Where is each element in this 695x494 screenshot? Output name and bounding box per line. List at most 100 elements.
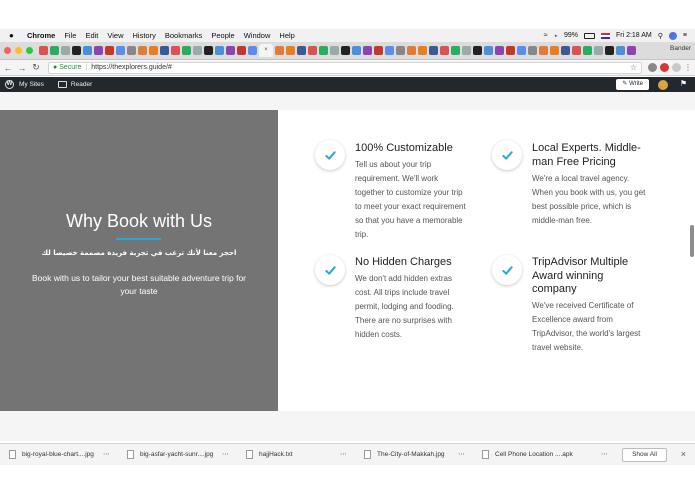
tab-favicon[interactable] <box>94 46 103 55</box>
profile-button[interactable]: Bander <box>670 45 691 52</box>
tab-favicon[interactable] <box>550 46 559 55</box>
tab-favicon[interactable] <box>61 46 70 55</box>
app-menu-chrome[interactable]: Chrome <box>27 31 55 40</box>
battery-percent[interactable]: 99% <box>564 32 578 39</box>
address-bar[interactable]: ● Secure | https://thexplorers.guide/# ☆ <box>48 61 642 74</box>
tab-favicon[interactable] <box>473 46 482 55</box>
spotlight-icon[interactable]: ⚲ <box>658 32 663 40</box>
zoom-window-button[interactable] <box>26 47 33 54</box>
menu-window[interactable]: Window <box>244 31 271 40</box>
download-options-icon[interactable]: ⋯ <box>222 450 229 458</box>
apple-icon[interactable]: ● <box>9 31 19 40</box>
tab-favicon[interactable] <box>286 46 295 55</box>
download-item[interactable]: The-City-of-Makkah.jpg <box>364 450 445 459</box>
download-item[interactable]: hajjHack.txt <box>246 450 293 459</box>
download-item[interactable]: big-royal-blue-chart....jpg <box>9 450 94 459</box>
tab-favicon[interactable] <box>462 46 471 55</box>
minimize-window-button[interactable] <box>15 47 22 54</box>
menu-dots-icon[interactable]: ⋮ <box>684 63 692 72</box>
menu-bookmarks[interactable]: Bookmarks <box>165 31 203 40</box>
tab-favicon[interactable] <box>297 46 306 55</box>
tab-active[interactable]: × <box>259 44 273 57</box>
menu-file[interactable]: File <box>64 31 76 40</box>
tab-favicon[interactable] <box>160 46 169 55</box>
bookmark-star-icon[interactable]: ☆ <box>630 63 637 72</box>
tab-favicon[interactable] <box>627 46 636 55</box>
back-arrow-icon[interactable]: ← <box>2 63 14 73</box>
tab-favicon[interactable] <box>363 46 372 55</box>
reload-icon[interactable]: ↻ <box>30 62 42 73</box>
tab-favicon[interactable] <box>39 46 48 55</box>
tab-favicon[interactable] <box>451 46 460 55</box>
tab-favicon[interactable] <box>182 46 191 55</box>
menu-history[interactable]: History <box>133 31 156 40</box>
tab-favicon[interactable] <box>385 46 394 55</box>
tab-favicon[interactable] <box>506 46 515 55</box>
close-window-button[interactable] <box>4 47 11 54</box>
tab-favicon[interactable] <box>561 46 570 55</box>
tab-favicon[interactable] <box>138 46 147 55</box>
menu-view[interactable]: View <box>107 31 123 40</box>
tab-favicon[interactable] <box>572 46 581 55</box>
tab-favicon[interactable] <box>248 46 257 55</box>
tab-favicon[interactable] <box>407 46 416 55</box>
extension-icon[interactable] <box>648 63 657 72</box>
tab-favicon[interactable] <box>308 46 317 55</box>
bluetooth-icon[interactable]: ⋆ <box>554 32 558 40</box>
notification-center-icon[interactable]: ≡ <box>683 32 687 39</box>
menu-people[interactable]: People <box>211 31 234 40</box>
extension-icon[interactable] <box>660 63 669 72</box>
tab-favicon[interactable] <box>484 46 493 55</box>
tab-favicon[interactable] <box>517 46 526 55</box>
tab-favicon[interactable] <box>204 46 213 55</box>
tab-favicon[interactable] <box>341 46 350 55</box>
tab-favicon[interactable] <box>495 46 504 55</box>
tab-favicon[interactable] <box>149 46 158 55</box>
tab-favicon[interactable] <box>319 46 328 55</box>
notifications-bell-icon[interactable]: ⚑ <box>680 79 687 88</box>
tab-favicon[interactable] <box>429 46 438 55</box>
write-button[interactable]: ✎ Write <box>616 79 649 90</box>
tab-favicon[interactable] <box>440 46 449 55</box>
menu-help[interactable]: Help <box>279 31 294 40</box>
tab-favicon[interactable] <box>528 46 537 55</box>
tab-favicon[interactable] <box>396 46 405 55</box>
tab-favicon[interactable] <box>583 46 592 55</box>
flag-icon[interactable] <box>600 32 610 39</box>
tab-favicon[interactable] <box>83 46 92 55</box>
close-download-bar-icon[interactable]: × <box>681 449 686 459</box>
tab-favicon[interactable] <box>215 46 224 55</box>
tab-favicon[interactable] <box>594 46 603 55</box>
avatar[interactable] <box>658 80 668 90</box>
tab-favicon[interactable] <box>50 46 59 55</box>
tab-favicon[interactable] <box>539 46 548 55</box>
tab-favicon[interactable] <box>352 46 361 55</box>
menubar-clock[interactable]: Fri 2:18 AM <box>616 32 652 39</box>
tab-favicon[interactable] <box>171 46 180 55</box>
download-item[interactable]: big-asfar-yacht-sunr....jpg <box>127 450 213 459</box>
tab-favicon[interactable] <box>105 46 114 55</box>
tab-favicon[interactable] <box>330 46 339 55</box>
siri-icon[interactable] <box>668 31 677 40</box>
menu-edit[interactable]: Edit <box>85 31 98 40</box>
reader-link[interactable]: Reader <box>71 81 92 88</box>
wifi-icon[interactable]: ≈ <box>544 32 548 39</box>
tab-favicon[interactable] <box>72 46 81 55</box>
forward-arrow-icon[interactable]: → <box>16 63 28 73</box>
download-options-icon[interactable]: ⋯ <box>458 450 465 458</box>
extension-icon[interactable] <box>672 63 681 72</box>
download-options-icon[interactable]: ⋯ <box>103 450 110 458</box>
tab-favicon[interactable] <box>237 46 246 55</box>
tab-favicon[interactable] <box>275 46 284 55</box>
tab-favicon[interactable] <box>616 46 625 55</box>
my-sites-link[interactable]: My Sites <box>19 81 44 88</box>
battery-icon[interactable] <box>583 32 595 39</box>
download-options-icon[interactable]: ⋯ <box>340 450 347 458</box>
tab-favicon[interactable] <box>193 46 202 55</box>
tab-favicon[interactable] <box>226 46 235 55</box>
tab-favicon[interactable] <box>418 46 427 55</box>
wordpress-logo-icon[interactable]: W <box>5 80 14 89</box>
download-options-icon[interactable]: ⋯ <box>601 450 608 458</box>
tab-favicon[interactable] <box>605 46 614 55</box>
scrollbar-thumb[interactable] <box>690 225 694 257</box>
